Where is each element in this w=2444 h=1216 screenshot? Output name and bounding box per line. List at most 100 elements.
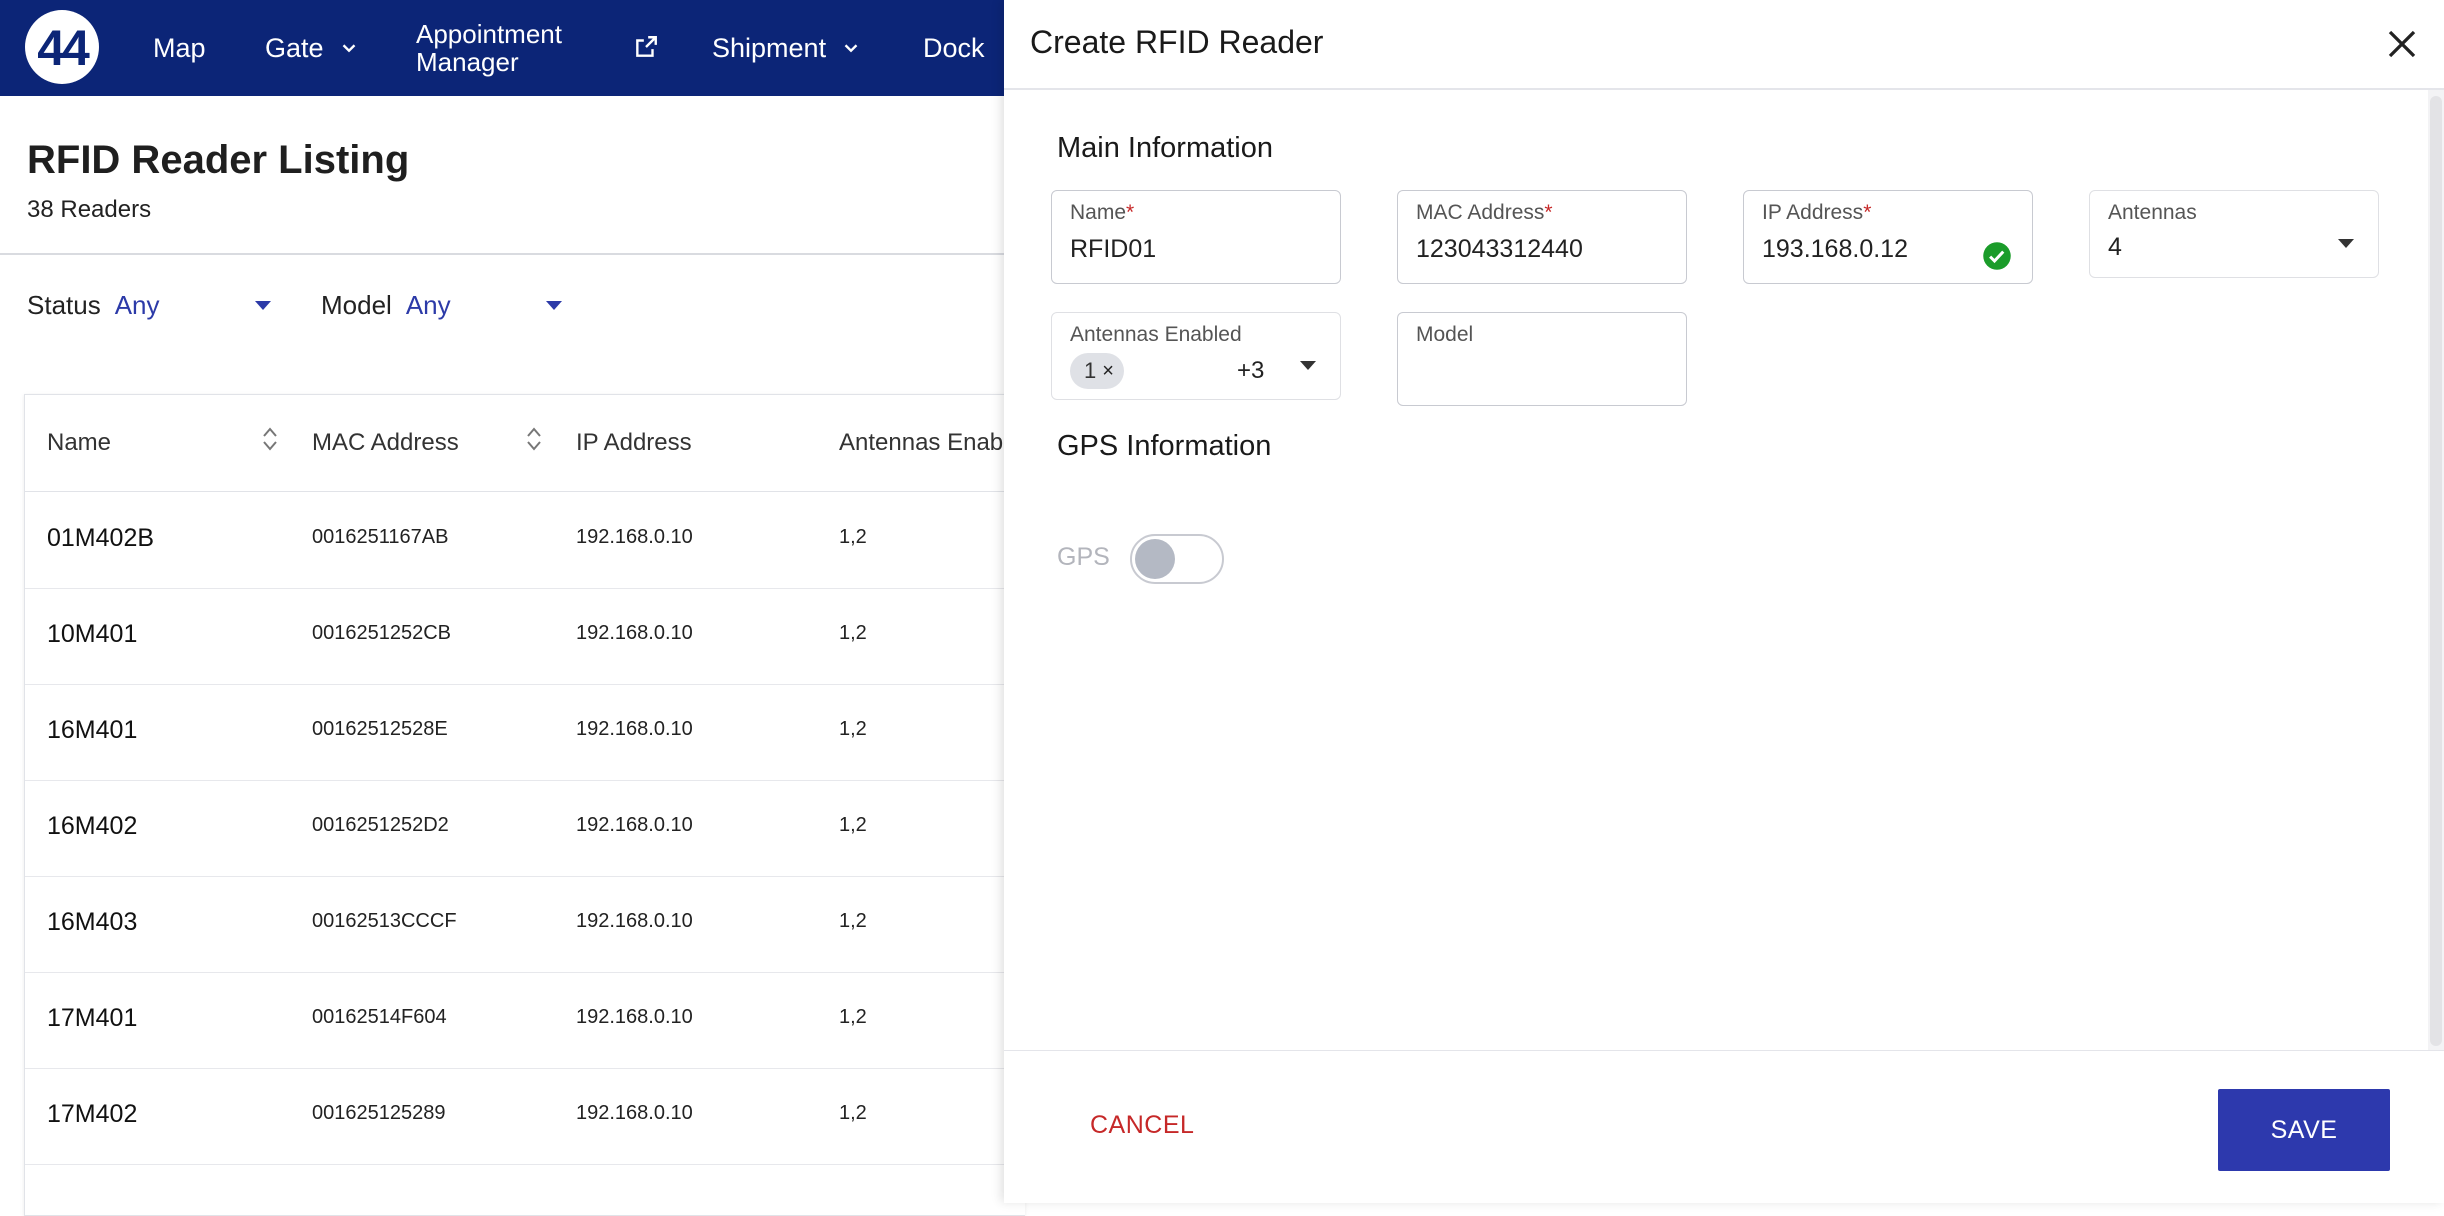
ip-address-field-label: IP Address* — [1762, 201, 1871, 225]
column-header-ip-address[interactable]: IP Address — [576, 429, 692, 457]
cell-name: 16M403 — [47, 908, 138, 936]
page-title: RFID Reader Listing — [27, 138, 410, 182]
gps-toggle[interactable] — [1130, 534, 1224, 584]
appointment-label-line1: Appointment — [416, 19, 562, 49]
cell-antennas: 1,2 — [839, 1006, 867, 1028]
nav-item-dock-label: Dock — [923, 32, 985, 63]
cell-mac: 0016251252D2 — [312, 814, 449, 836]
nav-item-shipment[interactable]: Shipment — [712, 0, 862, 96]
model-field[interactable]: Model — [1397, 312, 1687, 406]
cell-antennas: 1,2 — [839, 910, 867, 932]
table-row[interactable]: 01M402B 0016251167AB 192.168.0.10 1,2 — [25, 492, 1025, 589]
table-row[interactable]: 16M402 0016251252D2 192.168.0.10 1,2 — [25, 780, 1025, 877]
sort-icon[interactable] — [525, 425, 543, 453]
panel-title: Create RFID Reader — [1030, 24, 1324, 60]
save-button[interactable]: SAVE — [2218, 1089, 2390, 1171]
mac-address-field-label: MAC Address* — [1416, 201, 1553, 225]
cell-mac: 00162512528E — [312, 718, 448, 740]
cell-ip: 192.168.0.10 — [576, 1006, 693, 1028]
cell-name: 17M402 — [47, 1100, 138, 1128]
gps-information-heading: GPS Information — [1057, 430, 1272, 462]
ip-address-field-value[interactable]: 193.168.0.12 — [1762, 235, 1908, 264]
status-filter-label: Status — [27, 290, 101, 320]
mac-address-field-value[interactable]: 123043312440 — [1416, 235, 1583, 264]
gps-toggle-knob — [1135, 539, 1175, 579]
mac-address-field[interactable]: MAC Address* 123043312440 — [1397, 190, 1687, 284]
column-header-mac-address[interactable]: MAC Address — [312, 429, 459, 457]
close-icon[interactable] — [2384, 26, 2420, 62]
main-information-heading: Main Information — [1057, 132, 1273, 164]
nav-item-appointment-manager[interactable]: Appointment Manager — [416, 0, 562, 96]
caret-down-icon[interactable] — [1300, 361, 1316, 370]
chevron-down-icon — [342, 44, 355, 53]
external-link-icon[interactable] — [633, 34, 659, 60]
caret-down-icon[interactable] — [254, 301, 271, 310]
nav-item-gate-label: Gate — [265, 32, 324, 63]
antennas-enabled-select[interactable]: Antennas Enabled 1 × +3 — [1051, 312, 1341, 400]
antennas-select[interactable]: Antennas 4 — [2089, 190, 2379, 278]
create-reader-panel: Create RFID Reader Main Information Name… — [1004, 0, 2444, 1203]
cell-name: 10M401 — [47, 620, 138, 648]
cell-mac: 00162514F604 — [312, 1006, 447, 1028]
model-filter-value[interactable]: Any — [406, 290, 546, 321]
status-filter-value[interactable]: Any — [115, 290, 255, 321]
cell-ip: 192.168.0.10 — [576, 814, 693, 836]
cell-ip: 192.168.0.10 — [576, 1102, 693, 1124]
cell-antennas: 1,2 — [839, 718, 867, 740]
header-divider — [0, 253, 1004, 255]
cell-antennas: 1,2 — [839, 526, 867, 548]
caret-down-icon[interactable] — [2338, 239, 2354, 248]
ip-label-text: IP Address — [1762, 201, 1864, 224]
cell-ip: 192.168.0.10 — [576, 526, 693, 548]
antennas-select-value: 4 — [2108, 233, 2122, 261]
panel-footer: CANCEL SAVE — [1004, 1050, 2444, 1203]
cell-mac: 00162513CCCF — [312, 910, 457, 932]
nav-item-gate[interactable]: Gate — [265, 0, 360, 96]
column-header-name[interactable]: Name — [47, 429, 111, 457]
cell-antennas: 1,2 — [839, 814, 867, 836]
table-row[interactable]: 16M403 00162513CCCF 192.168.0.10 1,2 — [25, 876, 1025, 973]
cell-ip: 192.168.0.10 — [576, 622, 693, 644]
antenna-chip: 1 × — [1070, 353, 1124, 389]
nav-item-map-label: Map — [153, 32, 206, 63]
remove-chip-icon[interactable]: × — [1102, 360, 1114, 383]
table-row[interactable]: 17M401 00162514F604 192.168.0.10 1,2 — [25, 972, 1025, 1069]
cell-name: 17M401 — [47, 1004, 138, 1032]
ip-address-field[interactable]: IP Address* 193.168.0.12 — [1743, 190, 2033, 284]
scrollbar-thumb[interactable] — [2430, 96, 2442, 1046]
nav-item-appointment-manager-label: Appointment Manager — [416, 20, 562, 76]
antennas-select-label: Antennas — [2108, 201, 2197, 224]
table-row[interactable]: 17M402 001625125289 192.168.0.10 1,2 — [25, 1068, 1025, 1165]
cell-mac: 001625125289 — [312, 1102, 446, 1124]
nav-item-shipment-label: Shipment — [712, 32, 827, 63]
required-marker: * — [1544, 201, 1553, 224]
antennas-enabled-label: Antennas Enabled — [1070, 323, 1242, 346]
reader-count: 38 Readers — [27, 196, 152, 223]
cell-mac: 0016251252CB — [312, 622, 452, 644]
name-field-value[interactable]: RFID01 — [1070, 235, 1156, 264]
cell-name: 16M401 — [47, 716, 138, 744]
panel-header: Create RFID Reader — [1004, 0, 2444, 90]
cancel-button[interactable]: CANCEL — [1090, 1111, 1194, 1140]
nav-item-map[interactable]: Map — [153, 0, 206, 96]
model-filter[interactable]: Model Any — [321, 290, 562, 321]
name-field[interactable]: Name* RFID01 — [1051, 190, 1341, 284]
table-row[interactable]: 10M401 0016251252CB 192.168.0.10 1,2 — [25, 588, 1025, 685]
chevron-down-icon — [844, 44, 858, 53]
more-selected-count: +3 — [1237, 357, 1265, 384]
column-header-antennas-enabled[interactable]: Antennas Enab — [839, 429, 1003, 457]
cell-name: 01M402B — [47, 524, 155, 552]
status-filter[interactable]: Status Any — [27, 290, 271, 321]
model-filter-label: Model — [321, 290, 392, 320]
panel-scrollbar[interactable] — [2428, 90, 2444, 1050]
sort-icon[interactable] — [261, 425, 279, 453]
table-row[interactable]: 16M401 00162512528E 192.168.0.10 1,2 — [25, 684, 1025, 781]
name-label-text: Name — [1070, 201, 1127, 224]
required-marker: * — [1126, 201, 1135, 224]
cell-mac: 0016251167AB — [312, 526, 449, 548]
cell-antennas: 1,2 — [839, 622, 867, 644]
company-logo[interactable]: 44 — [25, 10, 99, 84]
nav-item-dock[interactable]: Dock — [923, 0, 985, 96]
caret-down-icon[interactable] — [545, 301, 562, 310]
cell-ip: 192.168.0.10 — [576, 718, 693, 740]
